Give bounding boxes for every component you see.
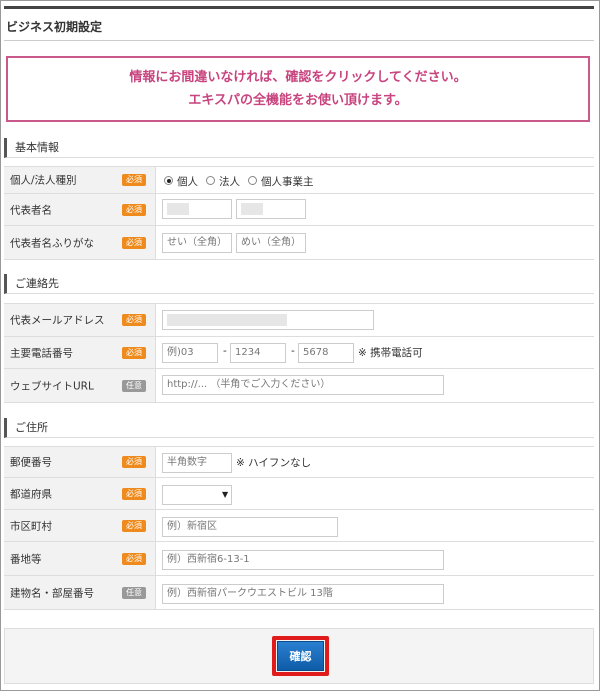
row-label-cell: ウェブサイトURL 任意 (4, 369, 156, 402)
required-badge: 必須 (122, 346, 146, 359)
notice-box: 情報にお間違いなければ、確認をクリックしてください。 エキスパの全機能をお使い頂… (6, 56, 590, 122)
rep-last-name-input[interactable] (162, 199, 232, 219)
row-label-cell: 番地等 必須 (4, 542, 156, 575)
confirm-button[interactable]: 確認 (277, 641, 324, 671)
phone-last-input[interactable]: 5678 (298, 343, 354, 363)
city-input[interactable]: 例）新宿区 (162, 517, 338, 537)
business-type-label: 個人/法人種別 (10, 174, 77, 187)
radio-sole-proprietor[interactable] (248, 176, 257, 185)
kana-last-input[interactable]: せい（全角） (162, 233, 232, 253)
email-label: 代表メールアドレス (10, 314, 105, 327)
website-label: ウェブサイトURL (10, 380, 94, 392)
phone-separator: - (223, 345, 227, 357)
redacted-value (241, 203, 263, 215)
city-label: 市区町村 (10, 520, 52, 532)
street-input[interactable]: 例）西新宿6-13-1 (162, 550, 444, 570)
row-label-cell: 代表メールアドレス 必須 (4, 304, 156, 336)
redacted-value (167, 314, 287, 326)
building-label: 建物名・部屋番号 (10, 587, 94, 599)
postal-note: ※ ハイフンなし (236, 457, 312, 469)
radio-corporation-label: 法人 (219, 176, 240, 188)
postal-input[interactable]: 半角数字 (162, 453, 232, 473)
required-badge: 必須 (122, 552, 146, 565)
notice-line-1: 情報にお間違いなければ、確認をクリックしてください。 (129, 70, 467, 85)
street-label: 番地等 (10, 553, 42, 565)
row-email: 代表メールアドレス 必須 (4, 303, 594, 337)
top-bar (4, 6, 594, 9)
row-postal: 郵便番号 必須 半角数字 ※ ハイフンなし (4, 446, 594, 478)
phone-middle-input[interactable]: 1234 (230, 343, 286, 363)
required-badge: 必須 (122, 236, 146, 249)
row-label-cell: 代表者名 必須 (4, 194, 156, 225)
row-label-cell: 市区町村 必須 (4, 510, 156, 541)
required-badge: 必須 (122, 314, 146, 326)
prefecture-label: 都道府県 (10, 488, 52, 500)
row-label-cell: 建物名・部屋番号 任意 (4, 576, 156, 609)
postal-label: 郵便番号 (10, 456, 52, 469)
row-rep-kana: 代表者名ふりがな 必須 せい（全角） めい（全角） (4, 226, 594, 260)
phone-separator: - (291, 345, 295, 357)
radio-corporation[interactable] (206, 176, 215, 185)
row-city: 市区町村 必須 例）新宿区 (4, 510, 594, 542)
notice-line-2: エキスパの全機能をお使い頂けます。 (188, 93, 408, 108)
row-prefecture: 都道府県 必須 ▼ (4, 478, 594, 510)
required-badge: 必須 (122, 203, 146, 216)
phone-area-input[interactable]: 例)03 (162, 343, 218, 363)
page-title: ビジネス初期設定 (6, 20, 103, 34)
radio-sole-proprietor-label: 個人事業主 (261, 176, 314, 188)
row-label-cell: 代表者名ふりがな 必須 (4, 226, 156, 259)
row-website: ウェブサイトURL 任意 http://... （半角でご入力ください） (4, 369, 594, 403)
row-phone: 主要電話番号 必須 例)03 - 1234 - 5678 ※ 携帯電話可 (4, 337, 594, 369)
website-input[interactable]: http://... （半角でご入力ください） (162, 375, 444, 395)
row-building: 建物名・部屋番号 任意 例）西新宿パークウエストビル 13階 (4, 576, 594, 610)
radio-individual[interactable] (164, 176, 173, 185)
row-business-type: 個人/法人種別 必須 個人 法人 個人事業主 (4, 166, 594, 194)
row-street: 番地等 必須 例）西新宿6-13-1 (4, 542, 594, 576)
rep-kana-label: 代表者名ふりがな (10, 237, 94, 249)
required-badge: 必須 (122, 519, 146, 532)
row-label-cell: 個人/法人種別 必須 (4, 167, 156, 193)
row-label-cell: 都道府県 必須 (4, 478, 156, 509)
section-basic-title: 基本情報 (4, 138, 594, 158)
section-address-title: ご住所 (4, 418, 594, 438)
divider (4, 40, 594, 41)
redacted-value (167, 203, 189, 215)
optional-badge: 任意 (122, 379, 146, 392)
optional-badge: 任意 (122, 586, 146, 599)
required-badge: 必須 (122, 456, 146, 468)
kana-first-input[interactable]: めい（全角） (236, 233, 306, 253)
email-input[interactable] (162, 310, 374, 330)
phone-note: ※ 携帯電話可 (358, 347, 423, 359)
rep-name-label: 代表者名 (10, 204, 52, 216)
section-contact-title: ご連絡先 (4, 274, 594, 294)
phone-label: 主要電話番号 (10, 347, 73, 359)
row-label-cell: 郵便番号 必須 (4, 447, 156, 477)
chevron-down-icon: ▼ (222, 490, 229, 499)
rep-first-name-input[interactable] (236, 199, 306, 219)
row-rep-name: 代表者名 必須 (4, 194, 594, 226)
required-badge: 必須 (122, 487, 146, 500)
required-badge: 必須 (122, 174, 146, 186)
building-input[interactable]: 例）西新宿パークウエストビル 13階 (162, 584, 444, 604)
radio-individual-label: 個人 (177, 176, 198, 188)
row-label-cell: 主要電話番号 必須 (4, 337, 156, 368)
